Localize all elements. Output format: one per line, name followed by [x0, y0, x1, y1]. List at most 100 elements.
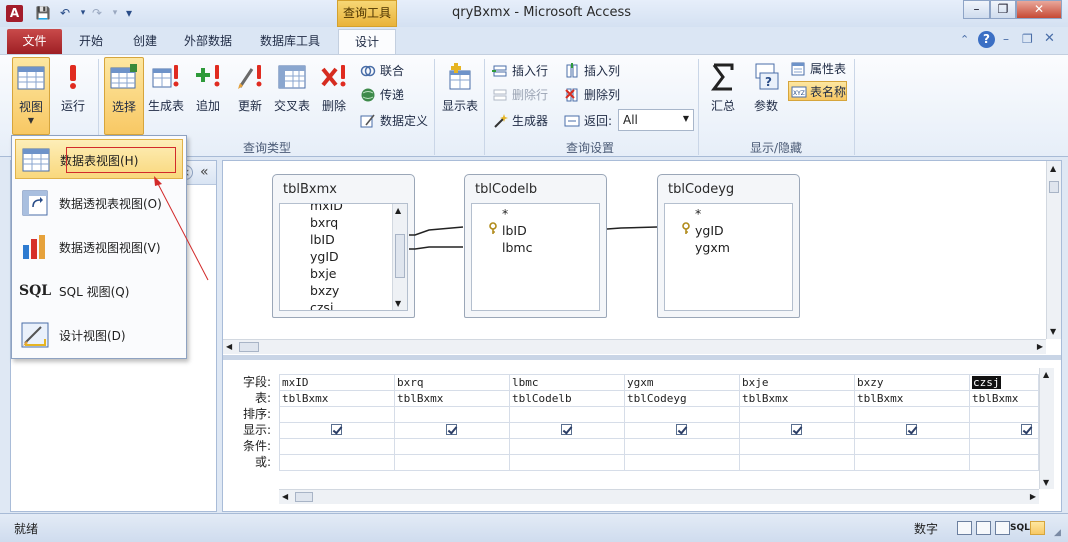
- table-pane-hscroll[interactable]: ◀ ▶: [223, 339, 1046, 354]
- show-checkbox[interactable]: [791, 424, 802, 435]
- tab-design[interactable]: 设计: [338, 29, 396, 54]
- insert-columns-button[interactable]: 插入列: [564, 61, 620, 81]
- grid-table-cell[interactable]: tblBxmx: [855, 391, 968, 407]
- scroll-down-icon[interactable]: ▼: [1043, 478, 1049, 487]
- field-item[interactable]: ygID: [310, 248, 339, 265]
- field-item[interactable]: lbID: [310, 231, 335, 248]
- show-checkbox[interactable]: [1021, 424, 1032, 435]
- grid-table-cell[interactable]: tblBxmx: [280, 391, 393, 407]
- scroll-down-icon[interactable]: ▼: [395, 299, 401, 308]
- grid-hscroll[interactable]: ◀ ▶: [279, 489, 1039, 504]
- field-item[interactable]: czsj: [310, 299, 333, 310]
- window-close-small-icon[interactable]: ✕: [1044, 31, 1055, 46]
- field-item[interactable]: mxID: [310, 204, 343, 214]
- scroll-right-icon[interactable]: ▶: [1030, 492, 1036, 501]
- scroll-up-icon[interactable]: ▲: [1050, 164, 1056, 173]
- parameters-button[interactable]: ? 参数: [746, 57, 786, 135]
- show-table-button[interactable]: 显示表: [440, 57, 480, 135]
- run-button[interactable]: 运行: [55, 57, 91, 135]
- field-item[interactable]: *: [695, 205, 701, 222]
- undo-icon[interactable]: ↶: [56, 5, 74, 21]
- grid-table-cell[interactable]: tblCodelb: [510, 391, 623, 407]
- save-icon[interactable]: 💾: [34, 5, 52, 21]
- scroll-thumb[interactable]: [239, 342, 259, 352]
- tab-home[interactable]: 开始: [68, 29, 114, 54]
- grid-field-cell[interactable]: lbmc: [510, 375, 623, 391]
- resize-grip-icon[interactable]: ◢: [1054, 528, 1061, 538]
- window-restore-small-icon[interactable]: ❐: [1022, 32, 1033, 46]
- table-pane-vscroll[interactable]: ▲ ▼: [1046, 161, 1061, 339]
- field-item[interactable]: ygID: [695, 222, 724, 239]
- access-app-icon[interactable]: A: [6, 5, 23, 22]
- join-line-lbID[interactable]: [409, 226, 464, 236]
- delete-columns-button[interactable]: 删除列: [564, 85, 620, 105]
- property-sheet-button[interactable]: 属性表: [790, 59, 846, 79]
- help-icon[interactable]: ?: [978, 31, 995, 48]
- field-item[interactable]: bxje: [310, 265, 337, 282]
- grid-field-cell[interactable]: czsj: [970, 375, 1068, 391]
- union-button[interactable]: 联合: [360, 61, 404, 81]
- return-select[interactable]: All ▼: [618, 109, 694, 131]
- grid-field-cell[interactable]: bxzy: [855, 375, 968, 391]
- pass-through-button[interactable]: 传递: [360, 85, 404, 105]
- scroll-thumb[interactable]: [295, 492, 313, 502]
- field-item[interactable]: bxzy: [310, 282, 339, 299]
- restore-button[interactable]: ❐: [990, 0, 1016, 19]
- selected-field-text[interactable]: czsj: [972, 376, 1001, 389]
- grid-field-cell[interactable]: mxID: [280, 375, 393, 391]
- show-checkbox[interactable]: [561, 424, 572, 435]
- tab-create[interactable]: 创建: [122, 29, 168, 54]
- sql-view-status-icon[interactable]: SQL: [1010, 521, 1030, 535]
- tab-file[interactable]: 文件: [7, 29, 62, 54]
- field-list-scrollbar[interactable]: ▲ ▼: [392, 204, 407, 310]
- field-item[interactable]: ygxm: [695, 239, 730, 256]
- grid-table-cell[interactable]: tblBxmx: [395, 391, 508, 407]
- grid-table-cell[interactable]: tblCodeyg: [625, 391, 738, 407]
- close-button[interactable]: ✕: [1016, 0, 1062, 19]
- join-line-ygID-a[interactable]: [409, 246, 463, 250]
- grid-field-cell[interactable]: ygxm: [625, 375, 738, 391]
- customize-quick-access-icon[interactable]: ▾: [120, 5, 138, 21]
- table-field-list[interactable]: tblCodeyg * ygID ygxm: [657, 174, 800, 318]
- tab-external-data[interactable]: 外部数据: [175, 29, 241, 54]
- table-names-button[interactable]: XYZ 表名称: [788, 81, 848, 101]
- minimize-ribbon-icon[interactable]: ⌃: [960, 33, 969, 46]
- append-button[interactable]: 追加: [190, 57, 226, 135]
- field-item[interactable]: bxrq: [310, 214, 338, 231]
- grid-field-cell[interactable]: bxrq: [395, 375, 508, 391]
- scroll-up-icon[interactable]: ▲: [395, 206, 401, 215]
- show-checkbox[interactable]: [906, 424, 917, 435]
- tab-database-tools[interactable]: 数据库工具: [250, 29, 330, 54]
- minimize-button[interactable]: –: [963, 0, 990, 19]
- scroll-right-icon[interactable]: ▶: [1037, 342, 1043, 351]
- insert-rows-button[interactable]: 插入行: [492, 61, 548, 81]
- scroll-thumb[interactable]: [1049, 181, 1059, 193]
- grid-table-cell[interactable]: tblBxmx: [740, 391, 853, 407]
- data-definition-button[interactable]: 数据定义: [360, 111, 428, 131]
- pivotchart-view-status-icon[interactable]: [995, 521, 1010, 535]
- show-checkbox[interactable]: [331, 424, 342, 435]
- make-table-button[interactable]: 生成表: [146, 57, 186, 135]
- show-checkbox[interactable]: [446, 424, 457, 435]
- table-field-list[interactable]: tblBxmx mxID bxrq lbID ygID bxje bxzy cz…: [272, 174, 415, 318]
- grid-field-cell[interactable]: bxje: [740, 375, 853, 391]
- crosstab-button[interactable]: 交叉表: [272, 57, 312, 135]
- menu-item-design-view[interactable]: 设计视图(D): [15, 315, 183, 355]
- scroll-left-icon[interactable]: ◀: [226, 342, 232, 351]
- pivottable-view-status-icon[interactable]: [976, 521, 991, 535]
- scroll-down-icon[interactable]: ▼: [1050, 327, 1056, 336]
- design-view-status-icon[interactable]: [1030, 521, 1045, 535]
- scroll-thumb[interactable]: [395, 234, 405, 278]
- update-button[interactable]: 更新: [232, 57, 268, 135]
- grid-table-cell[interactable]: tblBxmx: [970, 391, 1068, 407]
- view-button[interactable]: 视图 ▼: [12, 57, 50, 135]
- join-line-ygID-b[interactable]: [606, 226, 658, 230]
- window-minimize-small-icon[interactable]: –: [1003, 32, 1009, 46]
- totals-button[interactable]: 汇总: [704, 57, 742, 135]
- scroll-left-icon[interactable]: ◀: [282, 492, 288, 501]
- datasheet-view-status-icon[interactable]: [957, 521, 972, 535]
- delete-query-button[interactable]: 删除: [316, 57, 352, 135]
- builder-button[interactable]: 生成器: [492, 111, 548, 131]
- show-checkbox[interactable]: [676, 424, 687, 435]
- select-query-button[interactable]: 选择: [104, 57, 144, 135]
